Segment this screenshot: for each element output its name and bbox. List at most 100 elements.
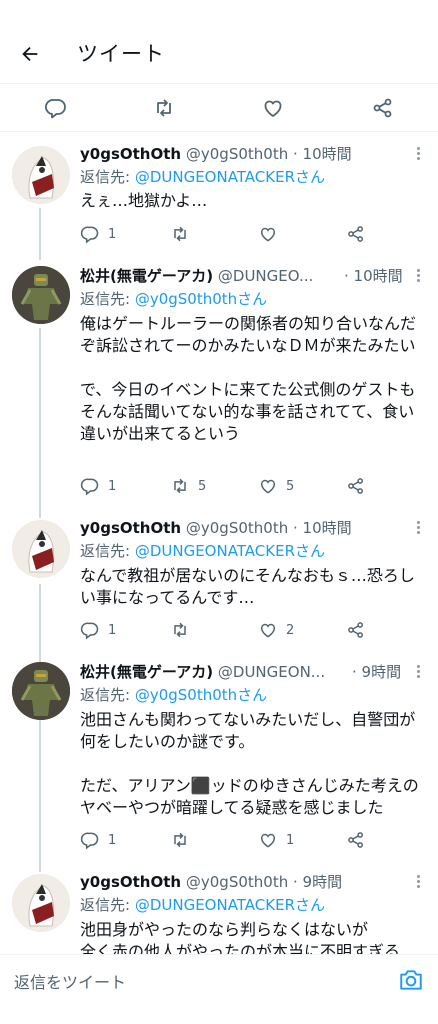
reply-count: 1 (108, 832, 117, 848)
reply-count: 1 (108, 622, 117, 638)
page-title: ツイート (77, 42, 165, 66)
reply-to-label: 返信先: (80, 896, 135, 914)
reply-count: 1 (108, 226, 117, 242)
retweet-icon (174, 622, 186, 638)
more-button[interactable] (410, 520, 426, 540)
share-button[interactable] (346, 618, 374, 642)
more-button[interactable] (410, 664, 426, 684)
like-icon (264, 100, 282, 117)
avatar[interactable] (12, 874, 70, 932)
timestamp: · 10時間 (344, 267, 403, 285)
tweet-text: 俺はゲートルーラーの関係者の知り合いなんだぞ訴訟されてーのかみたいなＤＭが来たみ… (80, 314, 417, 443)
timestamp: · 10時間 (292, 145, 352, 163)
retweet-button[interactable]: 5 (170, 474, 206, 498)
retweet-icon (174, 478, 186, 494)
reply-icon (80, 226, 99, 244)
reply-to-mention[interactable]: @DUNGEONATACKERさん (135, 542, 325, 560)
like-count: 5 (286, 478, 295, 494)
reply-composer[interactable]: 返信をツイート (0, 954, 438, 1009)
display-name[interactable]: y0gsOthOth (80, 873, 181, 891)
share-icon (348, 226, 363, 242)
reply-to-label: 返信先: (80, 542, 135, 560)
share-icon (348, 622, 363, 638)
more-icon (416, 268, 420, 283)
like-count: 1 (286, 832, 295, 848)
display-name[interactable]: 松井(無電ゲーアカ) (80, 663, 213, 681)
top-bar: ツイート (0, 0, 438, 84)
avatar[interactable] (12, 520, 70, 578)
retweet-count: 5 (198, 478, 207, 494)
avatar[interactable] (12, 146, 70, 204)
retweet-icon (174, 832, 186, 848)
user-handle: @y0gS0th0th (185, 873, 289, 891)
more-icon (416, 146, 420, 161)
share-icon (373, 98, 392, 118)
more-icon (416, 664, 420, 679)
share-button[interactable] (369, 94, 397, 122)
like-button[interactable] (259, 94, 287, 122)
timestamp: · 10時間 (292, 519, 352, 537)
like-button[interactable]: 2 (258, 618, 294, 642)
like-icon (261, 479, 275, 494)
user-handle: @y0gS0th0th (185, 519, 289, 537)
share-button[interactable] (346, 222, 374, 246)
reply-icon (45, 99, 66, 119)
retweet-button[interactable] (150, 94, 178, 122)
tweet[interactable]: y0gsOthOth @y0gS0th0th · 10時間 返信先: @DUNG… (0, 516, 438, 646)
retweet-icon (157, 99, 171, 117)
camera-button[interactable] (398, 967, 424, 993)
reply-count: 1 (108, 478, 117, 494)
like-icon (261, 623, 275, 638)
avatar[interactable] (12, 266, 70, 324)
like-icon (261, 227, 275, 242)
share-icon (348, 832, 363, 848)
retweet-icon (174, 226, 186, 242)
reply-to-mention[interactable]: @y0gS0th0thさん (135, 290, 267, 308)
timestamp: · 9時間 (352, 663, 402, 681)
display-name[interactable]: 松井(無電ゲーアカ) (80, 267, 213, 285)
reply-button[interactable]: 1 (80, 474, 116, 498)
tweet[interactable]: 松井(無電ゲーアカ) @DUNGEO... · 10時間 返信先: @y0gS0t… (0, 262, 438, 502)
share-icon (348, 478, 363, 494)
tweet[interactable]: 松井(無電ゲーアカ) @DUNGEON... · 9時間 返信先: @y0gS0t… (0, 660, 438, 860)
like-button[interactable]: 5 (258, 474, 294, 498)
reply-icon (80, 478, 99, 496)
user-handle: @DUNGEO... (217, 267, 314, 285)
tweet[interactable]: y0gsOthOth @y0gS0th0th · 10時間 返信先: @DUNG… (0, 140, 438, 252)
display-name[interactable]: y0gsOthOth (80, 145, 181, 163)
like-icon (261, 833, 275, 848)
more-icon (416, 874, 420, 889)
more-button[interactable] (410, 874, 426, 894)
retweet-button[interactable] (170, 222, 198, 246)
reply-to-mention[interactable]: @DUNGEONATACKERさん (135, 168, 325, 186)
like-button[interactable]: 1 (258, 828, 294, 852)
reply-to-mention[interactable]: @DUNGEONATACKERさん (135, 896, 325, 914)
like-button[interactable] (258, 222, 286, 246)
reply-to-mention[interactable]: @y0gS0th0thさん (135, 686, 267, 704)
tweet-text: えぇ…地獄かよ… (80, 191, 208, 210)
reply-icon (80, 622, 99, 640)
reply-button[interactable]: 1 (80, 828, 116, 852)
reply-to-label: 返信先: (80, 168, 135, 186)
reply-input[interactable]: 返信をツイート (14, 969, 126, 993)
main-tweet-actions (0, 84, 438, 132)
reply-to-label: 返信先: (80, 686, 135, 704)
more-button[interactable] (410, 268, 426, 288)
tweet-text: なんで教祖が居ないのにそんなおもｓ…恐ろしい事になってるんです… (80, 566, 415, 607)
back-button[interactable] (14, 38, 46, 70)
share-button[interactable] (346, 474, 374, 498)
retweet-button[interactable] (170, 618, 198, 642)
reply-button[interactable] (42, 94, 70, 122)
timestamp: · 9時間 (292, 873, 343, 891)
more-button[interactable] (410, 146, 426, 166)
reply-button[interactable]: 1 (80, 222, 116, 246)
share-button[interactable] (346, 828, 374, 852)
avatar[interactable] (12, 662, 70, 720)
reply-icon (80, 832, 99, 850)
reply-button[interactable]: 1 (80, 618, 116, 642)
reply-to-label: 返信先: (80, 290, 135, 308)
retweet-button[interactable] (170, 828, 198, 852)
user-handle: @DUNGEON... (217, 663, 326, 681)
tweet[interactable]: y0gsOthOth @y0gS0th0th · 9時間 返信先: @DUNGE… (0, 870, 438, 954)
display-name[interactable]: y0gsOthOth (80, 519, 181, 537)
